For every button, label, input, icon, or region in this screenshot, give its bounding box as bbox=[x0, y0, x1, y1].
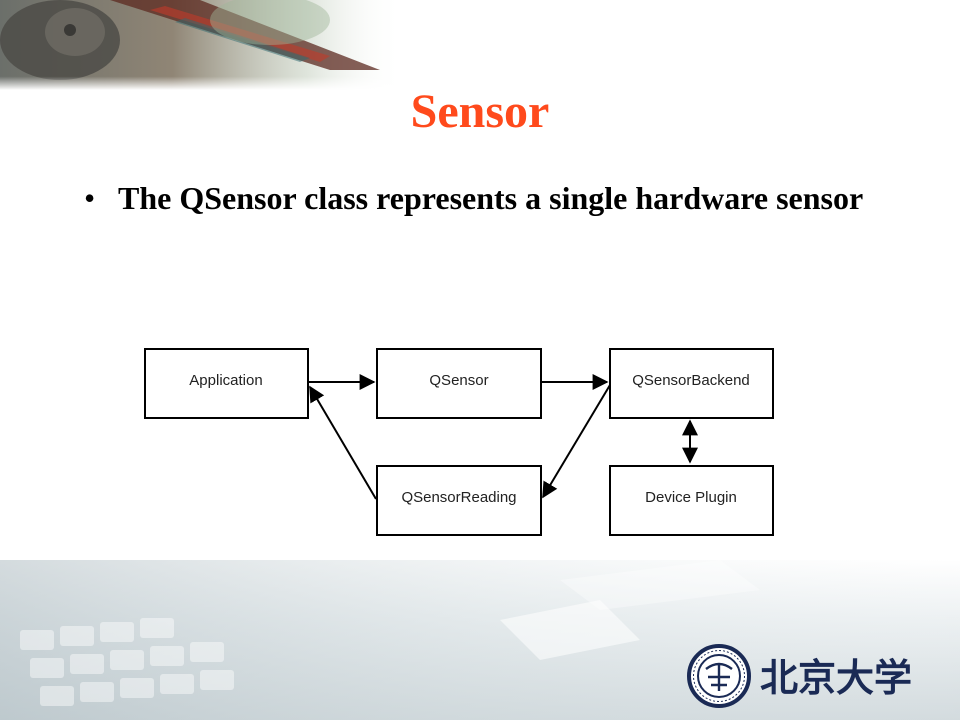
slide: Sensor • The QSensor class represents a … bbox=[0, 0, 960, 720]
bullet-text: The QSensor class represents a single ha… bbox=[118, 180, 864, 216]
node-application-label: Application bbox=[189, 372, 262, 389]
edge-qsensorbackend-to-qsensorreading bbox=[542, 384, 611, 499]
peking-university-logo: 北京大学 bbox=[687, 644, 912, 708]
node-application: Application bbox=[144, 348, 309, 419]
bullet-item: • The QSensor class represents a single … bbox=[84, 176, 884, 220]
bullet-dot-icon: • bbox=[84, 180, 96, 216]
peking-university-seal-icon bbox=[687, 644, 751, 708]
peking-university-wordmark: 北京大学 bbox=[760, 656, 912, 700]
header-photo-banner bbox=[0, 0, 960, 90]
node-qsensorbackend: QSensorBackend bbox=[609, 348, 774, 419]
node-qsensor: QSensor bbox=[376, 348, 542, 419]
node-deviceplugin-label: Device Plugin bbox=[645, 489, 737, 506]
edge-qsensorreading-to-application bbox=[309, 385, 377, 500]
slide-title: Sensor bbox=[410, 85, 550, 138]
node-qsensorbackend-label: QSensorBackend bbox=[632, 372, 750, 389]
node-qsensor-label: QSensor bbox=[429, 372, 488, 389]
node-qsensorreading: QSensorReading bbox=[376, 465, 542, 536]
node-qsensorreading-label: QSensorReading bbox=[401, 489, 516, 506]
node-deviceplugin: Device Plugin bbox=[609, 465, 774, 536]
